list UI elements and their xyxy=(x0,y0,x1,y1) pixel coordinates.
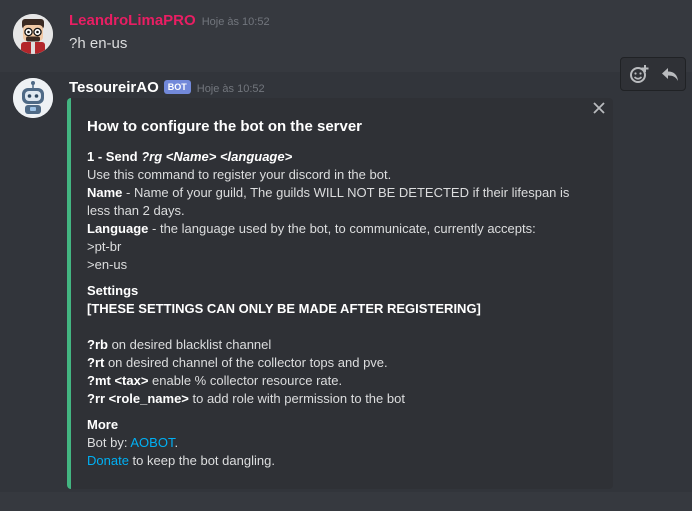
embed-description: 1 - Send ?rg <Name> <language> Use this … xyxy=(87,148,603,470)
close-icon[interactable] xyxy=(592,101,606,115)
donate-text: to keep the bot dangling. xyxy=(128,453,275,468)
language-param: Language - the language used by the bot,… xyxy=(87,220,603,238)
message-1: LeandroLimaPRO Hoje às 10:52 ?h en-us xyxy=(0,0,692,72)
language-text: - the language used by the bot, to commu… xyxy=(148,221,536,236)
language-label: Language xyxy=(87,221,149,236)
register-step: 1 - Send ?rg <Name> <language> xyxy=(87,148,603,166)
language-option: >pt-br xyxy=(87,239,122,254)
cmd-mt-label: ?mt <tax> xyxy=(87,373,149,388)
username[interactable]: TesoureirAO xyxy=(69,79,159,96)
cmd-rr-label: ?rr <role_name> xyxy=(87,391,189,406)
cmd-rb-label: ?rb xyxy=(87,337,108,352)
step-label: 1 - Send xyxy=(87,149,142,164)
name-param: Name - Name of your guild, The guilds WI… xyxy=(87,184,603,202)
settings-warning: [THESE SETTINGS CAN ONLY BE MADE AFTER R… xyxy=(87,301,481,316)
message-header: LeandroLimaPRO Hoje às 10:52 xyxy=(69,12,270,30)
message-content: ?h en-us xyxy=(69,35,128,52)
name-text-cont: less than 2 days. xyxy=(87,203,185,218)
timestamp: Hoje às 10:52 xyxy=(196,83,265,95)
message-list-bottom xyxy=(0,492,692,511)
user-avatar[interactable] xyxy=(13,14,53,54)
cmd-rt: ?rt on desired channel of the collector … xyxy=(87,354,603,372)
cmd-rb-text: on desired blacklist channel xyxy=(107,337,272,352)
bot-by-suffix: . xyxy=(174,435,179,450)
cmd-rt-text: on desired channel of the collector tops… xyxy=(104,355,388,370)
bot-by: Bot by: AOBOT. xyxy=(87,434,603,452)
bot-avatar[interactable] xyxy=(13,78,53,118)
embed: How to configure the bot on the server 1… xyxy=(67,98,613,489)
name-text: - Name of your guild, The guilds WILL NO… xyxy=(122,185,570,200)
register-description: Use this command to register your discor… xyxy=(87,167,392,182)
cmd-rr-text: to add role with permission to the bot xyxy=(188,391,405,406)
cmd-rr: ?rr <role_name> to add role with permiss… xyxy=(87,390,603,408)
embed-title: How to configure the bot on the server xyxy=(87,118,363,135)
cmd-rb: ?rb on desired blacklist channel xyxy=(87,336,603,354)
settings-heading: Settings xyxy=(87,283,139,298)
bot-by-label: Bot by: xyxy=(87,435,131,450)
more-heading: More xyxy=(87,417,119,432)
cmd-rt-label: ?rt xyxy=(87,355,105,370)
language-option: >en-us xyxy=(87,257,128,272)
cmd-mt: ?mt <tax> enable % collector resource ra… xyxy=(87,372,603,390)
message-header: TesoureirAO BOT Hoje às 10:52 xyxy=(69,79,265,97)
timestamp: Hoje às 10:52 xyxy=(201,16,270,28)
donate-link[interactable]: Donate xyxy=(87,453,129,468)
donate-line: Donate to keep the bot dangling. xyxy=(87,452,603,470)
register-command: ?rg <Name> <language> xyxy=(141,149,293,164)
name-label: Name xyxy=(87,185,123,200)
aobot-link[interactable]: AOBOT xyxy=(130,435,174,450)
bot-badge: BOT xyxy=(163,80,191,94)
username[interactable]: LeandroLimaPRO xyxy=(69,12,196,29)
cmd-mt-text: enable % collector resource rate. xyxy=(148,373,343,388)
